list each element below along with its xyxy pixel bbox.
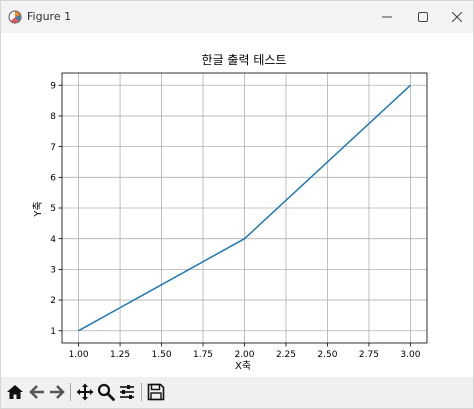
x-tick-label: 2.50 <box>317 350 337 360</box>
figure-window: Figure 1 한글 출력 테스트 1.00 1.25 1.50 1.75 2.00 2… <box>0 0 474 409</box>
floppy-disk-icon <box>147 383 165 401</box>
x-tick-label: 1.25 <box>110 350 130 360</box>
y-axis-label: Y축 <box>32 201 44 217</box>
tick-layer: 1.00 1.25 1.50 1.75 2.00 2.25 2.50 2.75 3.00 1 2 3 4… <box>50 81 420 360</box>
y-tick-label: 9 <box>50 81 56 91</box>
x-tick-label: 2.25 <box>276 350 296 360</box>
maximize-icon <box>418 12 428 22</box>
x-axis-label: X축 <box>235 360 251 372</box>
arrow-right-icon <box>50 385 65 399</box>
x-tick-label: 1.00 <box>69 350 89 360</box>
close-icon <box>452 12 462 22</box>
window-title: Figure 1 <box>27 10 72 23</box>
toolbar-separator <box>70 383 71 401</box>
pan-button[interactable] <box>74 381 96 403</box>
configure-subplots-button[interactable] <box>116 381 138 403</box>
y-tick-label: 6 <box>50 174 56 184</box>
minimize-icon <box>382 16 392 18</box>
save-button[interactable] <box>145 381 167 403</box>
navigation-toolbar <box>1 377 473 408</box>
y-tick-label: 1 <box>50 327 56 337</box>
sliders-icon <box>120 385 134 399</box>
x-tick-label: 1.50 <box>152 350 172 360</box>
grid-layer <box>62 73 427 343</box>
y-tick-label: 7 <box>50 143 56 153</box>
x-tick-label: 1.75 <box>193 350 213 360</box>
zoom-button[interactable] <box>95 381 117 403</box>
matplotlib-icon <box>8 10 22 24</box>
line-chart: 한글 출력 테스트 1.00 1.25 1.50 1.75 2.00 2.25 2.50 2.… <box>32 53 428 372</box>
home-icon <box>7 385 23 399</box>
forward-button[interactable] <box>46 381 68 403</box>
arrow-left-icon <box>29 385 44 399</box>
y-tick-label: 2 <box>50 296 56 306</box>
x-tick-label: 2.75 <box>359 350 379 360</box>
home-button[interactable] <box>4 381 26 403</box>
y-tick-label: 8 <box>50 112 56 122</box>
chart-title: 한글 출력 테스트 <box>202 53 287 67</box>
x-tick-label: 3.00 <box>400 350 420 360</box>
plot-canvas[interactable]: 한글 출력 테스트 1.00 1.25 1.50 1.75 2.00 2.25 2.50 2.… <box>1 33 473 377</box>
move-icon <box>76 383 94 401</box>
magnifier-icon <box>97 383 115 401</box>
minimize-button[interactable] <box>369 1 405 33</box>
toolbar-separator <box>141 383 142 401</box>
title-bar[interactable]: Figure 1 <box>1 1 473 33</box>
y-tick-label: 3 <box>50 266 56 276</box>
y-tick-label: 4 <box>50 235 56 245</box>
y-tick-label: 5 <box>50 204 56 214</box>
back-button[interactable] <box>26 381 48 403</box>
close-button[interactable] <box>439 1 473 33</box>
x-tick-label: 2.00 <box>234 350 254 360</box>
maximize-button[interactable] <box>405 1 441 33</box>
